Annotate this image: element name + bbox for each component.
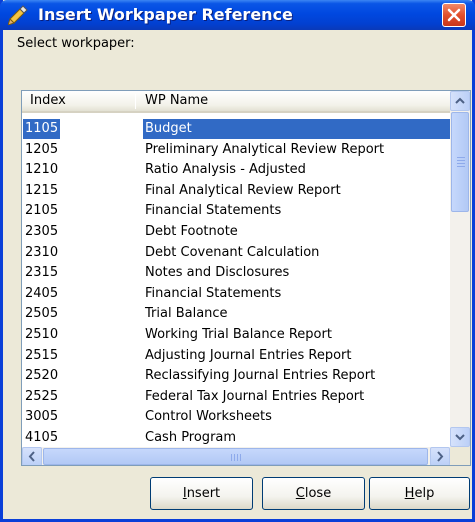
row-index: 2305 (25, 223, 59, 239)
chevron-up-icon (455, 97, 465, 104)
help-button[interactable]: Help (369, 477, 470, 510)
list-row[interactable]: 1205 Preliminary Analytical Review Report (22, 140, 450, 161)
row-wp-name: Working Trial Balance Report (145, 326, 332, 342)
list-row[interactable]: 2510 Working Trial Balance Report (22, 325, 450, 346)
row-wp-name: Debt Footnote (145, 223, 238, 239)
row-wp-name: Control Worksheets (145, 409, 272, 425)
row-wp-name: Financial Statements (145, 203, 282, 219)
vertical-scroll-thumb[interactable] (451, 112, 469, 212)
row-wp-name: Cash Program (145, 429, 237, 445)
row-index: 2520 (25, 368, 59, 384)
row-index: 2315 (25, 265, 59, 281)
row-index: 1210 (25, 162, 59, 178)
help-accelerator: H (404, 486, 415, 501)
insert-button[interactable]: Insert (150, 477, 253, 510)
list-row[interactable]: 3005 Control Worksheets (22, 407, 450, 428)
list-row[interactable]: 2505 Trial Balance (22, 304, 450, 325)
row-index: 1105 (23, 119, 61, 139)
row-index: 3005 (25, 409, 59, 425)
list-row[interactable]: 2515 Adjusting Journal Entries Report (22, 346, 450, 367)
chevron-left-icon (28, 451, 35, 462)
close-label: lose (304, 486, 332, 501)
chevron-right-icon (437, 451, 444, 462)
list-row[interactable]: 2315 Notes and Disclosures (22, 263, 450, 284)
scroll-left-button[interactable] (22, 447, 42, 465)
insert-label: nsert (186, 486, 221, 501)
row-wp-name: Budget (143, 119, 450, 139)
horizontal-scrollbar[interactable] (22, 447, 450, 465)
column-header-index[interactable]: Index (30, 91, 66, 111)
list-row[interactable]: 4105 Cash Program (22, 428, 450, 449)
row-index: 2525 (25, 388, 59, 404)
list-row[interactable]: 2310 Debt Covenant Calculation (22, 243, 450, 264)
list-row[interactable]: 2520 Reclassifying Journal Entries Report (22, 366, 450, 387)
list-row[interactable]: 1215 Final Analytical Review Report (22, 181, 450, 202)
scroll-up-button[interactable] (450, 91, 470, 111)
list-row[interactable]: 2305 Debt Footnote (22, 222, 450, 243)
column-header-wp-name[interactable]: WP Name (145, 91, 208, 111)
close-dialog-button[interactable]: Close (262, 477, 365, 510)
row-index: 4105 (25, 429, 59, 445)
close-button[interactable] (442, 3, 466, 27)
row-wp-name: Financial Statements (145, 285, 282, 301)
close-icon (447, 8, 461, 22)
dialog-title: Insert Workpaper Reference (38, 5, 293, 24)
row-wp-name: Final Analytical Review Report (145, 182, 341, 198)
select-workpaper-label: Select workpaper: (17, 36, 135, 51)
row-wp-name: Reclassifying Journal Entries Report (145, 368, 376, 384)
list-row[interactable]: 1210 Ratio Analysis - Adjusted (22, 160, 450, 181)
row-index: 2310 (25, 244, 59, 260)
list-row[interactable]: 1105 Budget (22, 119, 450, 140)
row-index: 2505 (25, 306, 59, 322)
row-index: 1215 (25, 182, 59, 198)
list-row[interactable]: 2525 Federal Tax Journal Entries Report (22, 387, 450, 408)
workpaper-icon (7, 5, 30, 26)
row-index: 1205 (25, 141, 59, 157)
column-divider[interactable] (135, 94, 136, 109)
workpaper-list[interactable]: Index WP Name 1105 Budget 1205 Preliminary … (21, 90, 471, 466)
scroll-down-button[interactable] (450, 427, 470, 447)
chevron-down-icon (455, 434, 465, 441)
list-header: Index WP Name (22, 91, 450, 113)
list-rows: 1105 Budget 1205 Preliminary Analytical Rev… (22, 119, 450, 449)
row-index: 2510 (25, 326, 59, 342)
row-wp-name: Trial Balance (145, 306, 228, 322)
scrollbar-corner (450, 447, 470, 465)
vertical-scrollbar[interactable] (450, 91, 470, 447)
horizontal-scroll-thumb[interactable] (43, 448, 428, 465)
scroll-right-button[interactable] (430, 447, 450, 465)
title-bar[interactable]: Insert Workpaper Reference (0, 0, 475, 30)
help-label: elp (414, 486, 435, 501)
row-index: 2105 (25, 203, 59, 219)
close-accelerator: C (295, 486, 305, 501)
list-row[interactable]: 2105 Financial Statements (22, 201, 450, 222)
row-wp-name: Ratio Analysis - Adjusted (145, 162, 306, 178)
row-index: 2405 (25, 285, 59, 301)
row-wp-name: Notes and Disclosures (145, 265, 290, 281)
row-wp-name: Debt Covenant Calculation (145, 244, 320, 260)
list-row[interactable]: 2405 Financial Statements (22, 284, 450, 305)
row-wp-name: Preliminary Analytical Review Report (145, 141, 385, 157)
row-wp-name: Federal Tax Journal Entries Report (145, 388, 365, 404)
row-wp-name: Adjusting Journal Entries Report (145, 347, 352, 363)
row-index: 2515 (25, 347, 59, 363)
